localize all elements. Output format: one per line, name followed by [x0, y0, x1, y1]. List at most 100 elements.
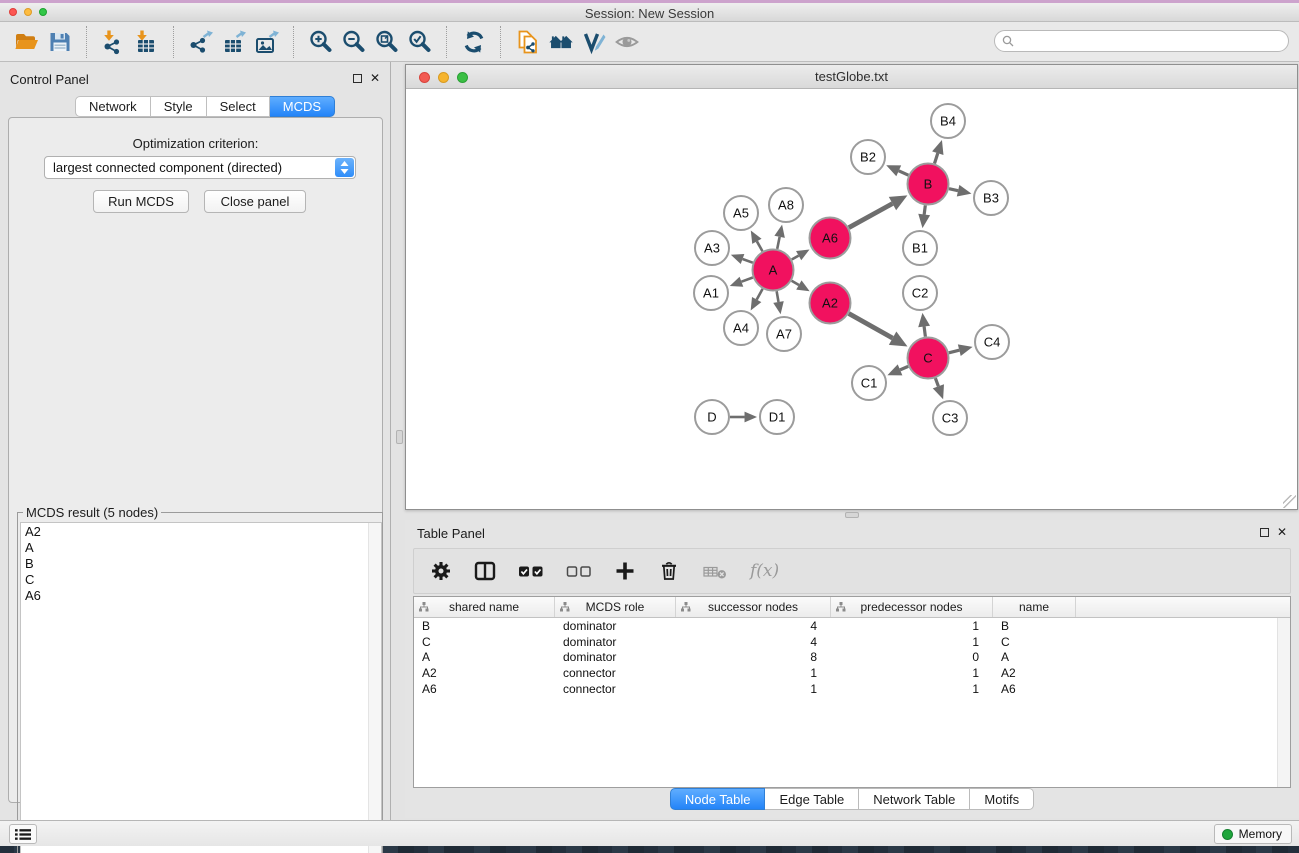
graph-edge-A-A8[interactable] — [774, 225, 784, 249]
table-row[interactable]: Cdominator41C — [414, 634, 1290, 650]
zoom-selected-button[interactable] — [403, 26, 436, 58]
table-cell[interactable]: 4 — [676, 618, 831, 634]
export-network-button[interactable] — [184, 26, 217, 58]
graph-edge-A-A1[interactable] — [730, 277, 753, 287]
result-list-item[interactable]: B — [21, 555, 381, 571]
graph-edge-B-B2[interactable] — [886, 165, 908, 176]
zoom-fit-button[interactable] — [370, 26, 403, 58]
graph-node-A2[interactable]: A2 — [810, 283, 851, 324]
graph-edge-A-A5[interactable] — [751, 230, 763, 251]
graph-node-B[interactable]: B — [908, 164, 949, 205]
graph-node-A1[interactable]: A1 — [694, 276, 728, 310]
result-list-item[interactable]: A6 — [21, 587, 381, 603]
table-cell[interactable]: B — [993, 618, 1076, 634]
graph-edge-D-D1[interactable] — [730, 412, 757, 423]
graph-node-A6[interactable]: A6 — [810, 218, 851, 259]
run-mcds-button[interactable]: Run MCDS — [93, 190, 189, 213]
table-cell[interactable]: 1 — [831, 681, 993, 697]
table-cell[interactable]: 1 — [676, 665, 831, 681]
deselect-all-button[interactable] — [566, 556, 592, 586]
table-cell[interactable]: 8 — [676, 650, 831, 666]
graph-node-B2[interactable]: B2 — [851, 140, 885, 174]
result-list-item[interactable]: A2 — [21, 523, 381, 539]
result-scrollbar[interactable] — [368, 523, 381, 853]
table-cell[interactable]: 1 — [831, 634, 993, 650]
tab-node-table[interactable]: Node Table — [670, 788, 766, 810]
graph-node-B3[interactable]: B3 — [974, 181, 1008, 215]
table-cell[interactable]: dominator — [555, 650, 676, 666]
tab-mcds[interactable]: MCDS — [270, 96, 335, 117]
search-field[interactable] — [994, 30, 1289, 52]
table-cell[interactable]: A — [414, 650, 555, 666]
table-cell[interactable]: 1 — [831, 618, 993, 634]
graph-edge-A-A7[interactable] — [773, 291, 784, 314]
split-columns-button[interactable] — [474, 556, 496, 586]
graph-node-C3[interactable]: C3 — [933, 401, 967, 435]
table-cell[interactable]: connector — [555, 681, 676, 697]
graph-edge-C-C2[interactable] — [918, 313, 930, 337]
show-graphics-details-button[interactable] — [610, 26, 643, 58]
optimization-criterion-select[interactable]: largest connected component (directed) — [44, 156, 356, 179]
table-cell[interactable]: connector — [555, 665, 676, 681]
column-header-MCDS-role[interactable]: MCDS role — [555, 597, 676, 617]
table-cell[interactable]: dominator — [555, 634, 676, 650]
zoom-in-button[interactable] — [304, 26, 337, 58]
function-builder-button[interactable]: f(x) — [750, 556, 779, 586]
graph-edge-A-A2[interactable] — [792, 280, 810, 291]
table-cell[interactable]: 1 — [831, 665, 993, 681]
result-list-item[interactable]: C — [21, 571, 381, 587]
settings-gear-button[interactable] — [430, 556, 452, 586]
graph-node-A8[interactable]: A8 — [769, 188, 803, 222]
tab-edge-table[interactable]: Edge Table — [765, 788, 859, 810]
table-cell[interactable]: 0 — [831, 650, 993, 666]
graph-node-B4[interactable]: B4 — [931, 104, 965, 138]
graph-node-A3[interactable]: A3 — [695, 231, 729, 265]
graph-node-A4[interactable]: A4 — [724, 311, 758, 345]
graph-edge-B-B4[interactable] — [932, 140, 943, 163]
graph-node-B1[interactable]: B1 — [903, 231, 937, 265]
graph-edge-A-A4[interactable] — [751, 289, 763, 311]
graph-node-A5[interactable]: A5 — [724, 196, 758, 230]
task-history-button[interactable] — [9, 824, 37, 844]
network-canvas[interactable]: B4B2BB3A8A5A6B1A3AC2A1A2A4A7C4CC1C3DD1 — [407, 90, 1298, 510]
table-row[interactable]: A2connector11A2 — [414, 665, 1290, 681]
table-cell[interactable]: A6 — [414, 681, 555, 697]
float-panel-icon[interactable] — [353, 74, 362, 83]
graph-edge-A-A6[interactable] — [792, 250, 810, 261]
table-cell[interactable]: 4 — [676, 634, 831, 650]
graph-node-D[interactable]: D — [695, 400, 729, 434]
table-float-panel-icon[interactable] — [1260, 528, 1269, 537]
tab-select[interactable]: Select — [207, 96, 270, 117]
save-session-button[interactable] — [43, 26, 76, 58]
graph-node-C1[interactable]: C1 — [852, 366, 886, 400]
graph-node-C2[interactable]: C2 — [903, 276, 937, 310]
graph-edge-C-C1[interactable] — [887, 364, 908, 375]
graph-node-A[interactable]: A — [753, 250, 794, 291]
graph-edge-C-C3[interactable] — [933, 378, 944, 399]
close-panel-icon[interactable]: ✕ — [370, 71, 380, 85]
search-input[interactable] — [1018, 34, 1288, 48]
graph-node-A7[interactable]: A7 — [767, 317, 801, 351]
memory-button[interactable]: Memory — [1214, 824, 1292, 844]
graph-edge-C-C4[interactable] — [949, 344, 973, 356]
tab-motifs[interactable]: Motifs — [970, 788, 1034, 810]
table-row[interactable]: Bdominator41B — [414, 618, 1290, 634]
column-header-successor-nodes[interactable]: successor nodes — [676, 597, 831, 617]
table-cell[interactable]: B — [414, 618, 555, 634]
column-header-predecessor-nodes[interactable]: predecessor nodes — [831, 597, 993, 617]
close-panel-button[interactable]: Close panel — [204, 190, 306, 213]
vertical-splitter-thumb[interactable] — [396, 430, 403, 444]
result-list-item[interactable]: A — [21, 539, 381, 555]
table-cell[interactable]: A — [993, 650, 1076, 666]
add-column-button[interactable] — [614, 556, 636, 586]
column-header-shared-name[interactable]: shared name — [414, 597, 555, 617]
refresh-button[interactable] — [457, 26, 490, 58]
graph-edge-A-A3[interactable] — [731, 254, 753, 264]
tab-network[interactable]: Network — [75, 96, 151, 117]
delete-table-button[interactable] — [702, 556, 728, 586]
delete-column-button[interactable] — [658, 556, 680, 586]
import-table-button[interactable] — [130, 26, 163, 58]
table-cell[interactable]: A2 — [414, 665, 555, 681]
table-cell[interactable]: C — [993, 634, 1076, 650]
graph-edge-B-B1[interactable] — [918, 205, 930, 228]
